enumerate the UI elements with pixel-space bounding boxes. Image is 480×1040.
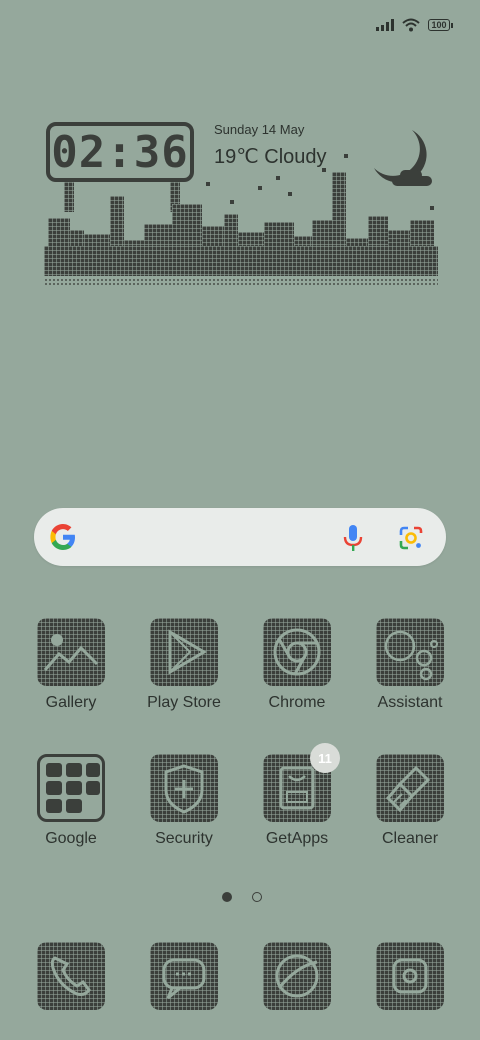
page-dot-active[interactable] (222, 892, 232, 902)
signal-icon (376, 19, 394, 31)
lens-icon[interactable] (398, 525, 424, 551)
app-label: Security (155, 830, 213, 847)
gallery-icon (37, 618, 105, 686)
page-indicator[interactable] (222, 892, 262, 902)
star-icon (276, 176, 280, 180)
messages-icon[interactable] (150, 942, 218, 1010)
app-security[interactable]: Security (134, 754, 234, 848)
widget-weather: 19℃ Cloudy (214, 146, 327, 168)
widget-date: Sunday 14 May (214, 122, 305, 137)
app-play-store[interactable]: Play Store (134, 618, 234, 712)
notification-badge: 11 (310, 743, 340, 773)
page-dot[interactable] (252, 892, 262, 902)
app-label: GetApps (265, 830, 329, 847)
app-google-folder[interactable]: Google (21, 754, 121, 848)
camera-icon[interactable] (376, 942, 444, 1010)
pixel-city-skyline (44, 172, 438, 286)
app-label: Gallery (45, 694, 97, 711)
star-icon (322, 168, 326, 172)
app-gallery[interactable]: Gallery (21, 618, 121, 712)
chrome-icon (263, 618, 331, 686)
app-label: Cleaner (381, 830, 439, 847)
google-folder-icon (37, 754, 105, 822)
app-label: Chrome (268, 694, 326, 711)
app-label: Assistant (377, 694, 443, 711)
app-label: Play Store (147, 694, 221, 711)
mic-icon[interactable] (342, 523, 364, 553)
wifi-icon (402, 18, 420, 32)
google-search-bar[interactable] (34, 508, 446, 566)
status-bar: 100 (376, 18, 453, 32)
app-assistant[interactable]: Assistant (360, 618, 460, 712)
star-icon (258, 186, 262, 190)
app-label: Google (45, 830, 97, 847)
security-icon (150, 754, 218, 822)
battery-level: 100 (431, 20, 447, 30)
app-chrome[interactable]: Chrome (247, 618, 347, 712)
app-cleaner[interactable]: Cleaner (360, 754, 460, 848)
browser-icon[interactable] (263, 942, 331, 1010)
star-icon (344, 154, 348, 158)
clock-frame[interactable]: 02:36 (46, 122, 194, 182)
clock-weather-widget[interactable]: 02:36 Sunday 14 May 19℃ Cloudy (44, 118, 438, 290)
star-icon (206, 182, 210, 186)
phone-icon[interactable] (37, 942, 105, 1010)
google-logo[interactable] (48, 522, 78, 552)
battery-icon: 100 (428, 19, 453, 31)
clock-time: 02:36 (51, 126, 189, 178)
play-store-icon (150, 618, 218, 686)
cleaner-icon (376, 754, 444, 822)
moon-icon (374, 130, 432, 186)
assistant-icon (376, 618, 444, 686)
